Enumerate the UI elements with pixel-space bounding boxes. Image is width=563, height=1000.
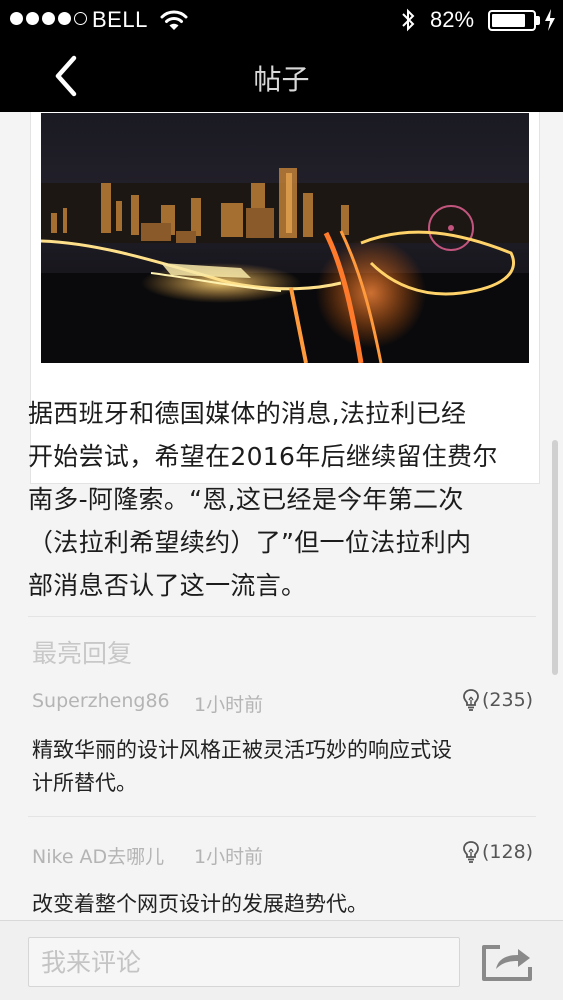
post-line: （法拉利希望续约）了”但一位法拉利内 [28, 528, 472, 557]
divider [28, 616, 536, 617]
replies-section-title: 最亮回复 [32, 639, 133, 668]
reply-time: 1小时前 [194, 694, 264, 716]
navigation-bar: 帖子 [0, 40, 563, 112]
page-title: 帖子 [253, 63, 310, 96]
wifi-icon [160, 10, 188, 30]
scrollbar[interactable] [552, 440, 558, 675]
reply-text: 精致华丽的设计风格正被灵活巧妙的响应式设 计所替代。 [32, 734, 532, 800]
post-body: 据西班牙和德国媒体的消息,法拉利已经 开始尝试，希望在2016年后继续留住费尔 … [28, 392, 538, 607]
post-line: 南多-阿隆索。“恩,这已经是今年第二次 [28, 485, 464, 514]
like-button[interactable]: (235) [462, 688, 533, 712]
comment-bar [0, 920, 563, 1000]
reply-time: 1小时前 [194, 846, 264, 868]
reply-line: 改变着整个网页设计的发展趋势代。 [32, 892, 368, 916]
like-count: (235) [482, 689, 534, 711]
post-content[interactable]: 据西班牙和德国媒体的消息,法拉利已经 开始尝试，希望在2016年后继续留住费尔 … [0, 112, 563, 920]
like-button[interactable]: (128) [462, 840, 533, 864]
comment-input[interactable] [28, 937, 460, 987]
carrier-name: BELL [92, 7, 148, 32]
post-line: 开始尝试，希望在2016年后继续留住费尔 [28, 442, 498, 471]
reply-line: 精致华丽的设计风格正被灵活巧妙的响应式设 [32, 738, 452, 762]
reply-username[interactable]: Superzheng86 [32, 690, 170, 712]
screen: BELL 82% 帖子 据西班牙和德国媒体的消息,法拉利已经 开始尝试，希望在2… [0, 0, 563, 1000]
post-image[interactable] [41, 113, 529, 363]
battery-level [492, 14, 525, 27]
battery-icon [488, 10, 536, 31]
post-line: 据西班牙和德国媒体的消息,法拉利已经 [28, 399, 467, 428]
bluetooth-icon [402, 8, 415, 32]
status-bar: BELL 82% [0, 0, 563, 40]
lightbulb-icon [463, 689, 479, 711]
reply-username[interactable]: Nike AD去哪儿 [32, 842, 164, 869]
signal-strength-icon [10, 12, 87, 25]
share-button[interactable] [478, 941, 536, 985]
like-count: (128) [482, 841, 534, 863]
share-icon [482, 945, 532, 981]
lightbulb-icon [463, 841, 479, 863]
battery-percentage: 82% [430, 7, 475, 32]
post-line: 部消息否认了这一流言。 [28, 571, 307, 600]
divider [28, 816, 536, 817]
reply-text: 改变着整个网页设计的发展趋势代。 [32, 888, 532, 920]
reply-line: 计所替代。 [32, 771, 137, 795]
battery-tip [536, 16, 540, 25]
charging-bolt-icon [545, 9, 555, 31]
